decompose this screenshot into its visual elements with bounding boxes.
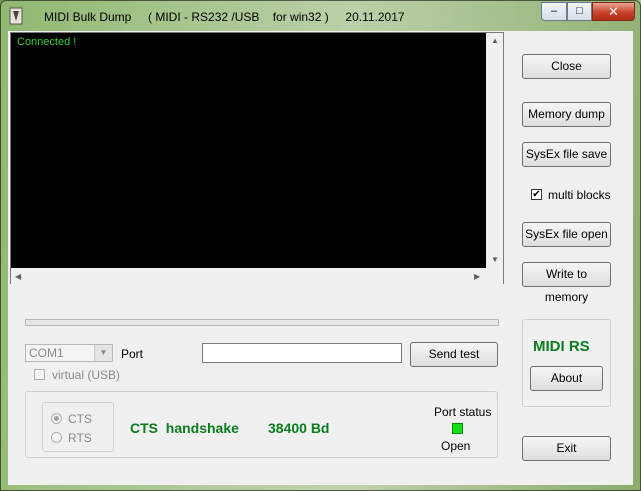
scroll-right-icon[interactable]: ▶ (474, 272, 480, 281)
app-icon (9, 7, 23, 25)
baud-rate-text: 38400 Bd (268, 420, 330, 436)
exit-button[interactable]: Exit (522, 436, 611, 461)
scroll-left-icon[interactable]: ◀ (15, 272, 21, 281)
handshake-mode-text: CTS handshake (130, 420, 239, 436)
memory-dump-button[interactable]: Memory dump (522, 102, 611, 127)
window-close-button[interactable]: ✕ (592, 2, 635, 21)
cts-radio-label: CTS (68, 412, 92, 426)
sysex-file-open-button[interactable]: SysEx file open (522, 222, 611, 247)
scroll-up-icon[interactable]: ▲ (491, 36, 499, 45)
virtual-usb-checkbox[interactable] (34, 369, 45, 380)
vertical-scrollbar[interactable]: ▲ ▼ (486, 33, 503, 285)
virtual-usb-label: virtual (USB) (52, 368, 121, 382)
client-area: Connected ! ▲ ▼ ◀ ▶ Close Memory dump Sy… (8, 31, 633, 485)
send-test-input[interactable] (202, 343, 402, 363)
title-bar[interactable]: MIDI Bulk Dump ( MIDI - RS232 /USB for w… (1, 1, 640, 31)
port-select-value: COM1 (29, 346, 64, 360)
maximize-button[interactable]: □ (567, 2, 592, 21)
brand-box (522, 319, 611, 407)
cts-radio[interactable] (51, 413, 62, 424)
window-title: MIDI Bulk Dump ( MIDI - RS232 /USB for w… (44, 10, 405, 24)
console-output[interactable]: Connected ! (10, 32, 504, 284)
rts-radio-label: RTS (68, 431, 92, 445)
multi-blocks-checkbox[interactable]: ✔ (531, 189, 542, 200)
progress-bar (25, 319, 499, 326)
scrollbar-corner (486, 268, 503, 285)
close-button[interactable]: Close (522, 54, 611, 79)
port-status-label: Port status (434, 405, 492, 419)
console-text: Connected ! (17, 36, 77, 48)
port-status-led (452, 423, 463, 434)
port-select[interactable]: COM1 ▼ (25, 344, 113, 362)
write-to-memory-button[interactable]: Write to memory (522, 262, 611, 304)
send-test-button[interactable]: Send test (410, 342, 498, 367)
scroll-down-icon[interactable]: ▼ (491, 255, 499, 264)
about-button[interactable]: About (530, 366, 603, 391)
horizontal-scrollbar[interactable]: ◀ ▶ (11, 268, 487, 285)
sysex-file-save-button[interactable]: SysEx file save (522, 142, 611, 167)
port-status-state: Open (441, 439, 471, 453)
brand-title: MIDI RS (533, 338, 590, 355)
port-label: Port (121, 347, 144, 361)
rts-radio[interactable] (51, 432, 62, 443)
minimize-button[interactable]: – (541, 2, 567, 21)
chevron-down-icon[interactable]: ▼ (94, 345, 112, 361)
multi-blocks-label: multi blocks (548, 188, 611, 202)
app-window: MIDI Bulk Dump ( MIDI - RS232 /USB for w… (0, 0, 641, 491)
